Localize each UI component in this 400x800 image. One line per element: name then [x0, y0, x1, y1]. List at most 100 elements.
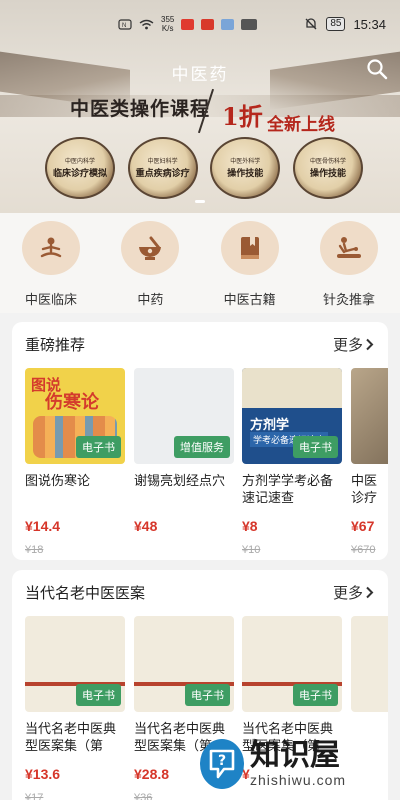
- meditation-icon: [22, 221, 80, 275]
- section-title: 当代名老中医医案: [25, 584, 146, 602]
- book-cover: 电子书: [134, 616, 234, 712]
- watermark: ? 知识屋 zhishiwu.com: [200, 732, 400, 796]
- book-price: ¥13.6: [25, 766, 61, 782]
- format-badge: 电子书: [76, 684, 121, 706]
- book-title: 中医诊疗: [351, 473, 378, 505]
- cover-header: [242, 368, 342, 408]
- format-badge: 增值服务: [174, 436, 230, 458]
- book-cover: 图说 伤寒论 电子书: [25, 368, 125, 464]
- mortar-icon: [121, 221, 180, 275]
- battery-indicator: 85: [326, 17, 346, 31]
- svg-text:?: ?: [218, 753, 226, 769]
- book-card[interactable]: 图说 伤寒论 电子书 图说伤寒论 ¥14.4 ¥18: [25, 368, 125, 556]
- book-original-price: ¥18: [25, 544, 44, 556]
- course-coin: 中医外科学 操作技能: [210, 137, 281, 199]
- format-badge: 电子书: [76, 436, 121, 458]
- book-price: ¥67: [351, 518, 375, 534]
- book-card[interactable]: 电子书 当代名老中医典型医案集（第 ¥13.6 ¥17: [25, 616, 125, 800]
- book-original-price: ¥10: [242, 544, 261, 556]
- watermark-text: 知识屋 zhishiwu.com: [250, 738, 347, 789]
- nfc-icon: N: [118, 18, 132, 30]
- app-notification-icon: [181, 18, 195, 30]
- book-cover: 增值服务: [134, 368, 234, 464]
- coin-topic: 临床诊疗模拟: [52, 167, 107, 178]
- section-title: 重磅推荐: [25, 336, 86, 354]
- book-card[interactable]: 增值服务 谢锡亮划经点穴 ¥48: [134, 368, 234, 534]
- network-speed: 355 K/s: [161, 15, 174, 33]
- coin-subject: 中医骨伤科学: [309, 158, 346, 165]
- book-cover: [351, 368, 388, 464]
- app-notification-icon: [221, 18, 235, 30]
- more-link[interactable]: 更多: [333, 582, 374, 603]
- book-title: 谢锡亮划经点穴: [134, 473, 226, 488]
- more-label: 更多: [332, 336, 363, 354]
- status-bar: N 355 K/s 85 15:34: [0, 0, 400, 48]
- wifi-icon: [139, 19, 154, 29]
- coin-topic: 操作技能: [309, 167, 346, 178]
- book-icon: [220, 221, 279, 275]
- watermark-en: zhishiwu.com: [250, 772, 347, 788]
- status-right: 85 15:34: [304, 17, 386, 32]
- format-badge: 电子书: [293, 436, 338, 458]
- coin-topic: 重点疾病诊疗: [135, 167, 190, 178]
- banner-new-label: 全新上线: [267, 115, 335, 134]
- category-label: 中药: [137, 292, 164, 307]
- category-item-herbs[interactable]: 中药: [117, 221, 183, 313]
- course-coin: 中医内科学 临床诊疗模拟: [45, 137, 115, 199]
- coin-topic: 操作技能: [227, 167, 264, 178]
- cover-title: 伤寒论: [45, 392, 99, 412]
- search-icon[interactable]: [366, 58, 388, 80]
- course-coin: 中医骨伤科学 操作技能: [292, 137, 363, 199]
- coin-subject: 中医外科学: [230, 158, 261, 165]
- category-label: 中医临床: [24, 292, 77, 307]
- section-header: 重磅推荐 更多: [12, 322, 388, 366]
- format-badge: 电子书: [293, 684, 338, 706]
- coin-subject: 中医妇科学: [147, 158, 178, 165]
- more-label: 更多: [332, 584, 363, 602]
- cover-title: 方剂学: [250, 417, 290, 432]
- book-cover: [351, 616, 388, 712]
- category-label: 针灸推拿: [322, 292, 375, 307]
- category-nav: 中医临床 中药 中医古籍 针灸推拿: [0, 213, 400, 313]
- book-price: ¥48: [134, 518, 158, 534]
- carousel-indicator: [0, 200, 400, 203]
- speed-unit: K/s: [161, 24, 174, 33]
- book-original-price: ¥670: [351, 544, 376, 556]
- book-price: ¥14.4: [25, 518, 61, 534]
- chevron-right-icon: [366, 338, 374, 350]
- banner-discount: 1折: [222, 102, 263, 131]
- book-title: 当代名老中医典型医案集（第: [25, 721, 117, 753]
- page-title: 中医药: [171, 65, 229, 84]
- book-cover: 方剂学 学考必备速记速查 电子书: [242, 368, 342, 464]
- massage-icon: [319, 221, 378, 275]
- book-card[interactable]: [351, 616, 388, 712]
- category-item-acupuncture[interactable]: 针灸推拿: [316, 221, 382, 313]
- mute-bell-icon: [305, 18, 317, 30]
- book-price: ¥8: [242, 518, 258, 534]
- category-item-classics[interactable]: 中医古籍: [217, 221, 283, 313]
- watermark-cn: 知识屋: [250, 738, 340, 773]
- clock: 15:34: [353, 16, 386, 32]
- status-left: N 355 K/s: [118, 15, 258, 33]
- coin-subject: 中医内科学: [64, 158, 95, 165]
- section-featured: 重磅推荐 更多 图说 伤寒论 电子书 图说伤寒论 ¥14.4 ¥18 增值服务 …: [12, 322, 388, 560]
- section-header: 当代名老中医医案 更多: [12, 570, 388, 614]
- book-cover: 电子书: [25, 616, 125, 712]
- book-cover: 电子书: [242, 616, 342, 712]
- app-notification-icon: [241, 18, 258, 30]
- more-link[interactable]: 更多: [333, 334, 374, 355]
- course-coin: 中医妇科学 重点疾病诊疗: [127, 137, 198, 199]
- category-label: 中医古籍: [223, 292, 276, 307]
- book-card[interactable]: 中医诊疗 ¥67 ¥670: [351, 368, 388, 556]
- watermark-logo-icon: ?: [200, 739, 244, 789]
- category-item-clinical[interactable]: 中医临床: [18, 221, 84, 313]
- book-title: 方剂学学考必备速记速查: [242, 473, 334, 505]
- banner-course-list: 中医内科学 临床诊疗模拟 中医妇科学 重点疾病诊疗 中医外科学 操作技能 中医骨…: [45, 137, 363, 199]
- banner-headline: 中医类操作课程: [70, 98, 211, 120]
- book-card[interactable]: 方剂学 学考必备速记速查 电子书 方剂学学考必备速记速查 ¥8 ¥10: [242, 368, 342, 556]
- speed-value: 355: [161, 15, 175, 24]
- carousel-dot-active: [195, 200, 205, 203]
- svg-text:N: N: [122, 23, 126, 29]
- book-carousel: 图说 伤寒论 电子书 图说伤寒论 ¥14.4 ¥18 增值服务 谢锡亮划经点穴 …: [12, 366, 388, 560]
- book-original-price: ¥17: [25, 792, 44, 800]
